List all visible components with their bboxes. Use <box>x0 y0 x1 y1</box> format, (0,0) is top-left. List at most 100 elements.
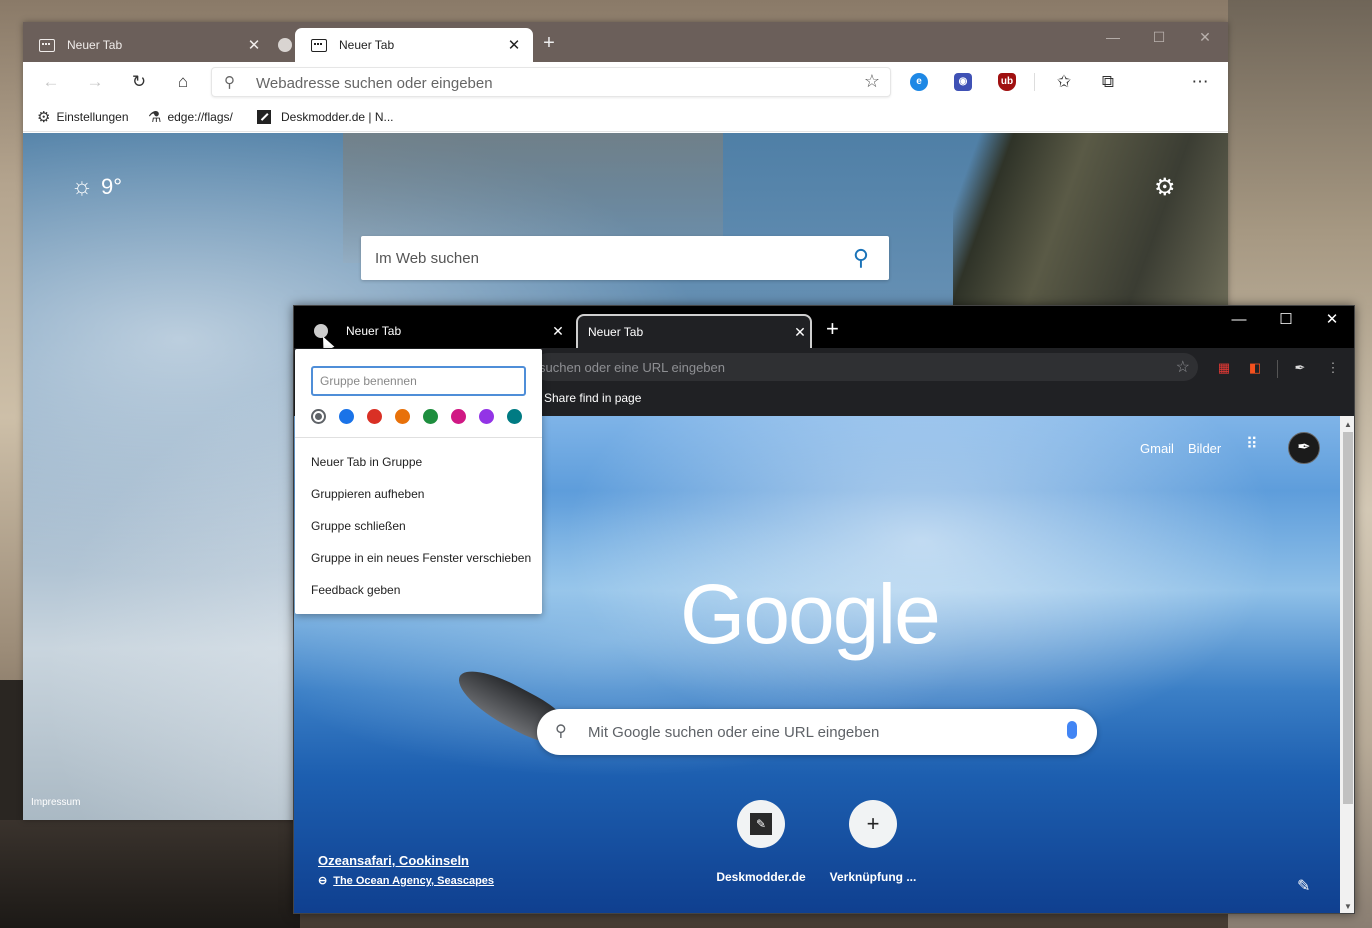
chrome-tab-1[interactable]: Neuer Tab ✕ <box>346 314 568 348</box>
bookmark-deskmodder[interactable]: Deskmodder.de | N... <box>257 107 394 127</box>
profile-avatar[interactable] <box>1142 70 1166 94</box>
bookmark-settings[interactable]: ⚙ Einstellungen <box>37 107 129 127</box>
gear-icon: ⚙ <box>37 109 51 126</box>
color-swatch-green[interactable] <box>423 409 438 424</box>
color-swatch-orange[interactable] <box>395 409 410 424</box>
impressum-link[interactable]: Impressum <box>31 797 80 808</box>
new-tab-button[interactable]: + <box>538 32 560 54</box>
credit-title-link[interactable]: Ozeansafari, Cookinseln <box>318 853 494 868</box>
tab-title: Neuer Tab <box>67 38 123 52</box>
page-settings-gear-icon[interactable]: ⚙ <box>1154 173 1176 202</box>
favorites-list-icon[interactable]: ✩ <box>1052 70 1076 94</box>
bookmark-star-icon[interactable]: ☆ <box>1176 357 1190 377</box>
scroll-down-arrow-icon[interactable]: ▼ <box>1344 902 1352 911</box>
link-icon: ⊖ <box>318 875 328 887</box>
forward-icon[interactable]: → <box>83 70 107 94</box>
google-logo: Google <box>680 567 941 661</box>
menu-item-close-group[interactable]: Gruppe schließen <box>311 519 406 533</box>
close-icon[interactable]: ✕ <box>790 324 810 341</box>
favorite-star-icon[interactable]: ☆ <box>864 71 880 92</box>
shortcut-tile-deskmodder[interactable]: ✎ Deskmodder.de <box>701 800 821 884</box>
extension-icon[interactable]: ▦ <box>1216 360 1232 376</box>
maximize-button[interactable]: ☐ <box>1136 22 1182 52</box>
scrollbar[interactable]: ▲ ▼ <box>1340 416 1354 913</box>
apps-grid-icon[interactable]: ⠿ <box>1246 437 1264 453</box>
search-icon[interactable]: ⚲ <box>853 245 869 271</box>
menu-item-move-to-new-window[interactable]: Gruppe in ein neues Fenster verschieben <box>311 551 531 565</box>
color-swatch-blue[interactable] <box>339 409 354 424</box>
images-link[interactable]: Bilder <box>1188 441 1221 456</box>
address-input[interactable]: Webadresse suchen oder eingeben <box>256 75 796 92</box>
extension-feather-icon[interactable]: ✒ <box>1292 360 1308 376</box>
toolbar-divider <box>1034 73 1035 91</box>
maximize-button[interactable]: ☐ <box>1263 306 1309 336</box>
collections-icon[interactable]: ⧉ <box>1096 70 1120 94</box>
close-icon[interactable]: ✕ <box>245 36 263 54</box>
scroll-up-arrow-icon[interactable]: ▲ <box>1344 420 1352 429</box>
menu-item-new-tab-in-group[interactable]: Neuer Tab in Gruppe <box>311 455 422 469</box>
home-icon[interactable]: ⌂ <box>171 70 195 94</box>
desktop-background <box>0 820 300 928</box>
newtab-icon <box>39 38 55 52</box>
close-icon[interactable]: ✕ <box>505 36 523 54</box>
shortcut-label: Deskmodder.de <box>716 870 806 884</box>
profile-avatar[interactable]: ✒ <box>1288 432 1320 464</box>
credit-author-link[interactable]: ⊖ The Ocean Agency, Seascapes <box>318 874 494 887</box>
close-icon[interactable]: ✕ <box>548 323 568 340</box>
edge-tab-2[interactable]: Neuer Tab ✕ <box>295 28 533 62</box>
gmail-link[interactable]: Gmail <box>1140 441 1174 456</box>
extension-circle-icon[interactable]: ◉ <box>954 73 972 91</box>
scrollbar-thumb[interactable] <box>1343 432 1353 804</box>
menu-item-feedback[interactable]: Feedback geben <box>311 583 400 597</box>
tab-group-dot[interactable] <box>278 38 292 52</box>
window-close-button[interactable]: ✕ <box>1182 22 1228 52</box>
bookmark-label: edge://flags/ <box>167 110 233 124</box>
address-bar[interactable]: ⚲ Webadresse suchen oder eingeben ☆ <box>211 67 891 97</box>
omnibox-input[interactable]: suchen oder eine URL eingeben <box>539 360 1079 375</box>
extension-office-icon[interactable]: ◧ <box>1247 360 1263 376</box>
shortcut-tile-add[interactable]: + Verknüpfung ... <box>813 800 933 884</box>
group-name-input[interactable]: Gruppe benennen <box>311 366 526 396</box>
group-color-swatches <box>311 409 526 425</box>
plus-icon: + <box>849 800 897 848</box>
chrome-tabstrip: Neuer Tab ✕ Neuer Tab ✕ + — ☐ ✕ <box>294 306 1354 352</box>
more-menu-icon[interactable]: ⋮ <box>1325 360 1341 376</box>
flask-icon: ⚗ <box>148 109 162 126</box>
extension-e-icon[interactable]: e <box>910 73 928 91</box>
omnibox[interactable]: suchen oder eine URL eingeben ☆ <box>534 353 1198 381</box>
new-tab-button[interactable]: + <box>826 318 839 340</box>
shortcut-label: Verknüpfung ... <box>829 870 917 884</box>
color-swatch-purple[interactable] <box>479 409 494 424</box>
refresh-icon[interactable]: ↻ <box>127 70 151 94</box>
deskmodder-icon <box>257 110 271 124</box>
more-menu-icon[interactable]: ⋯ <box>1188 70 1212 94</box>
minimize-button[interactable]: — <box>1216 306 1262 336</box>
chrome-tab-2[interactable]: Neuer Tab ✕ <box>576 314 812 348</box>
tab-group-editor-menu: Gruppe benennen Neuer Tab in Gruppe Grup… <box>295 349 542 614</box>
microphone-icon[interactable] <box>1067 721 1077 739</box>
customize-pencil-icon[interactable]: ✎ <box>1297 876 1310 896</box>
web-search-box[interactable]: Im Web suchen ⚲ <box>361 236 889 280</box>
background-credit: Ozeansafari, Cookinseln ⊖ The Ocean Agenc… <box>318 853 494 887</box>
edge-tabstrip: Neuer Tab ✕ Neuer Tab ✕ + — ☐ ✕ <box>23 22 1228 62</box>
search-input[interactable]: Im Web suchen <box>375 250 479 267</box>
color-swatch-teal[interactable] <box>507 409 522 424</box>
search-icon: ⚲ <box>555 723 567 740</box>
color-swatch-grey[interactable] <box>311 409 326 424</box>
search-input[interactable]: Mit Google suchen oder eine URL eingeben <box>588 724 879 741</box>
back-icon[interactable]: ← <box>39 70 63 94</box>
color-swatch-pink[interactable] <box>451 409 466 424</box>
window-close-button[interactable]: ✕ <box>1309 306 1354 336</box>
minimize-button[interactable]: — <box>1090 22 1136 52</box>
ublock-icon[interactable]: ub <box>998 73 1016 91</box>
menu-divider <box>295 437 542 438</box>
google-search-box[interactable]: ⚲ Mit Google suchen oder eine URL eingeb… <box>537 709 1097 755</box>
credit-author: The Ocean Agency, Seascapes <box>333 875 495 887</box>
bookmark-share-find[interactable]: Share find in page <box>544 391 641 405</box>
color-swatch-red[interactable] <box>367 409 382 424</box>
menu-item-ungroup[interactable]: Gruppieren aufheben <box>311 487 424 501</box>
weather-widget[interactable]: ☼ 9° <box>71 173 122 201</box>
search-icon: ⚲ <box>224 74 235 91</box>
bookmark-flags[interactable]: ⚗ edge://flags/ <box>148 107 233 127</box>
edge-tab-1[interactable]: Neuer Tab ✕ <box>23 28 273 62</box>
